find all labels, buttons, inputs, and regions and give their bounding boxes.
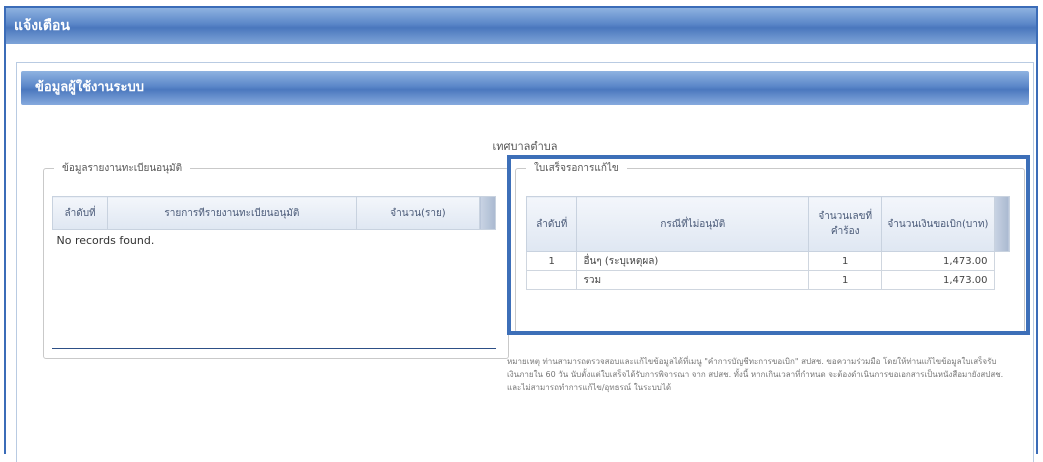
remark-note: หมายเหตุ ท่านสามารถตรวจสอบและแก้ไขข้อมูล… <box>507 357 1004 392</box>
alert-window: แจ้งเตือน ข้อมูลผู้ใช้งานระบบ เทศบาลตำบล… <box>4 6 1038 462</box>
panel-title: ข้อมูลผู้ใช้งานระบบ <box>21 71 1029 105</box>
row-no <box>525 270 578 290</box>
organization-name: เทศบาลตำบล <box>492 140 558 153</box>
empty-message: No records found. <box>56 233 155 247</box>
user-info-panel: ข้อมูลผู้ใช้งานระบบ เทศบาลตำบล ข้อมูลราย… <box>16 62 1034 462</box>
column-header-item[interactable]: รายการทีรายงานทะเบียนอนุมัติ <box>107 196 357 230</box>
column-header-count[interactable]: จำนวน(ราย) <box>355 196 481 230</box>
row-case: อื่นๆ (ระบุเหตุผล) <box>576 251 810 271</box>
row-count: 1 <box>808 251 883 271</box>
row-case: รวม <box>576 270 810 290</box>
row-amount: 1,473.00 <box>881 251 995 271</box>
table-scrollbar[interactable] <box>993 196 1011 252</box>
pending-receipts-table: ลำดับที่ กรณีที่ไม่อนุมัติ จำนวนเลขที่คำ… <box>525 196 1011 290</box>
column-header-no[interactable]: ลำดับที่ <box>51 196 109 230</box>
column-header-case[interactable]: กรณีที่ไม่อนุมัติ <box>576 196 810 252</box>
column-header-no[interactable]: ลำดับที่ <box>525 196 578 252</box>
window-title: แจ้งเตือน <box>6 8 1036 44</box>
column-header-request-count[interactable]: จำนวนเลขที่คำร้อง <box>808 196 883 252</box>
table-row-total[interactable]: รวม 1 1,473.00 <box>525 270 1010 290</box>
approval-report-table: ลำดับที่ รายการทีรายงานทะเบียนอนุมัติ จำ… <box>51 196 496 250</box>
pending-receipts-legend: ใบเสร็จรอการแก้ไข <box>534 163 619 174</box>
table-row[interactable]: 1 อื่นๆ (ระบุเหตุผล) 1 1,473.00 <box>525 251 1010 271</box>
approval-report-legend: ข้อมูลรายงานทะเบียนอนุมัติ <box>62 163 183 174</box>
column-header-amount[interactable]: จำนวนเงินขอเบิก(บาท) <box>881 196 995 252</box>
pending-receipts-section: ใบเสร็จรอการแก้ไข ลำดับที่ กรณีที่ไม่อนุ… <box>515 161 1025 333</box>
approval-report-section: ข้อมูลรายงานทะเบียนอนุมัติ ลำดับที่ รายก… <box>43 161 509 359</box>
row-amount: 1,473.00 <box>881 270 995 290</box>
row-no: 1 <box>525 251 578 271</box>
section-divider <box>52 348 496 349</box>
table-scrollbar[interactable] <box>479 196 496 230</box>
row-count: 1 <box>808 270 883 290</box>
